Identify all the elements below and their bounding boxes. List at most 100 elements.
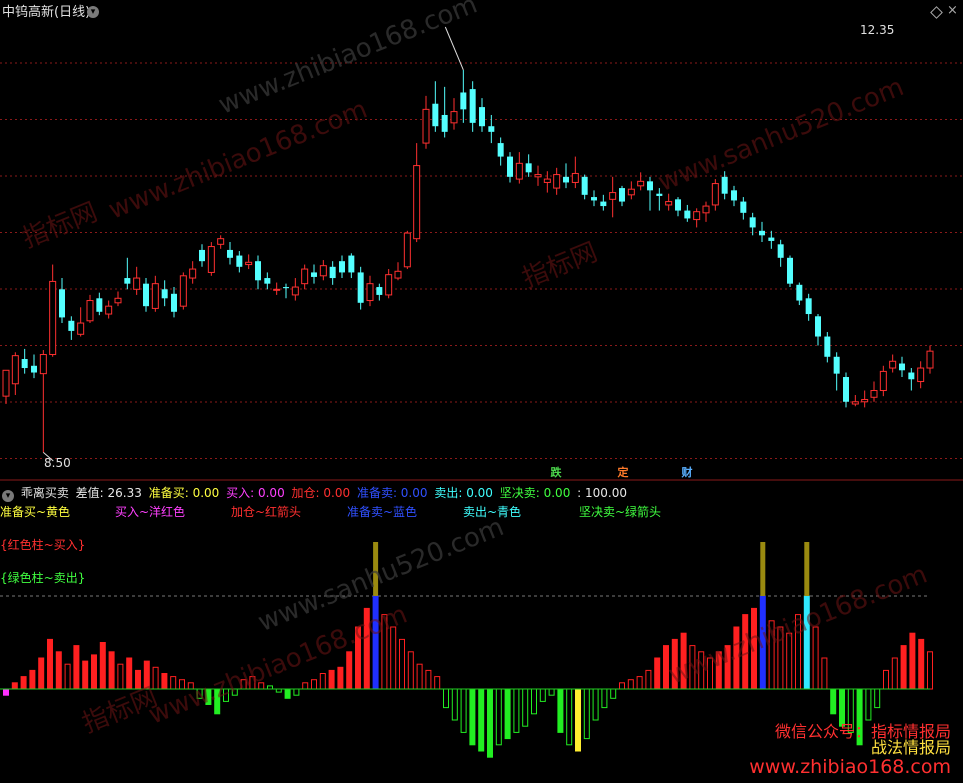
low-price-label: 8.50 (44, 456, 71, 470)
indicator-bar (795, 614, 801, 690)
indicator-bar (803, 595, 810, 690)
candle-body (291, 286, 299, 296)
candle-body (376, 287, 383, 295)
indicator-bar (179, 679, 185, 690)
indicator-bar (742, 614, 749, 690)
indicator-bar (91, 654, 97, 690)
candle-body (675, 199, 681, 211)
indicator-cap-bar (760, 542, 766, 596)
candle-body (151, 283, 159, 309)
indicator-value-buy: 买入: 0.00 (226, 486, 285, 500)
indicator-bar (645, 669, 652, 690)
indicator-bar (698, 651, 705, 690)
indicator-bar (38, 657, 45, 690)
indicator-bar (495, 688, 502, 746)
close-icon[interactable]: × (947, 3, 958, 18)
candle-body (77, 322, 85, 335)
candle-body (319, 265, 327, 277)
indicator-bar (487, 688, 493, 758)
indicator-bar (82, 660, 89, 690)
indicator-bar (583, 688, 590, 740)
indicator-cap-bar (373, 542, 379, 596)
event-marker-3[interactable]: 财 (680, 466, 694, 480)
candle-body (702, 205, 710, 214)
indicator-bar (319, 673, 326, 690)
candle-body (581, 176, 588, 195)
indicator-bar (390, 626, 397, 690)
indicator-bar (214, 688, 221, 715)
indicator-bar (918, 638, 925, 690)
candle-body (571, 172, 579, 183)
candle-body (413, 165, 421, 240)
event-marker-1[interactable]: 跌 (549, 466, 563, 480)
indicator-bar (575, 688, 581, 752)
indicator-bar (372, 595, 379, 690)
candle-body (833, 356, 840, 374)
candle-body (861, 399, 869, 403)
indicator-bar (47, 638, 53, 690)
candle-body (207, 246, 215, 273)
indicator-bar (601, 688, 608, 709)
indicator-bar (11, 682, 18, 690)
indicator-bar (619, 682, 625, 690)
indicator-bar (249, 676, 256, 690)
indicator-bar (733, 626, 740, 690)
indicator-bar (284, 688, 291, 699)
chevron-down-icon[interactable]: ▾ (2, 490, 14, 502)
indicator-bar (522, 688, 529, 727)
indicator-bar (231, 688, 238, 696)
event-label: 定 (617, 466, 629, 479)
indicator-bar (707, 657, 713, 690)
candle-body (96, 298, 103, 312)
candle-body (385, 274, 393, 296)
legend-prepare-sell: 准备卖~蓝色 (347, 505, 418, 519)
candle-body (815, 316, 821, 337)
candle-body (721, 176, 728, 194)
candle-body (805, 298, 812, 315)
indicator-bar (751, 607, 757, 690)
indicator-bar (337, 666, 344, 690)
indicator-bar (399, 638, 405, 690)
event-label: 财 (681, 466, 693, 479)
note-green-bar: {绿色柱~卖出} (0, 571, 86, 585)
indicator-value-prepare-sell: 准备卖: 0.00 (356, 486, 428, 500)
candle-body (264, 278, 271, 284)
indicator-bar (205, 688, 212, 705)
indicator-bar (117, 663, 124, 690)
candle-body (245, 261, 253, 266)
candle-body (255, 261, 261, 281)
candle-body (31, 365, 37, 373)
candle-body (796, 284, 803, 301)
chevron-down-icon[interactable]: ▾ (87, 6, 99, 18)
indicator-bar (170, 676, 177, 690)
page-title: 中钨高新(日线) (2, 5, 91, 20)
candle-body (824, 336, 831, 357)
candle-body (68, 320, 75, 331)
note-red-bar: {红色柱~买入} (0, 538, 86, 552)
indicator-bar (469, 688, 476, 746)
indicator-bar (363, 607, 370, 690)
indicator-bar (724, 645, 731, 690)
candle-body (199, 249, 205, 262)
indicator-bar (715, 651, 722, 690)
legend-prepare-buy: 准备买~黄色 (0, 505, 71, 519)
indicator-bar (311, 679, 317, 690)
candle-body (329, 266, 336, 279)
candle-body (777, 244, 784, 258)
candle-body (301, 268, 309, 285)
indicator-bar (909, 632, 916, 690)
indicator-bar (927, 651, 933, 690)
indicator-value-diff: 差值: 26.33 (75, 486, 142, 500)
candle-body (665, 201, 673, 206)
candle-body (843, 377, 849, 402)
candle-body (357, 272, 364, 303)
candle-body (591, 197, 597, 201)
event-marker-2[interactable]: 定 (616, 466, 630, 480)
indicator-bar (557, 688, 564, 733)
indicator-bar (874, 688, 881, 709)
candle-body (534, 174, 542, 178)
candle-body (2, 369, 10, 397)
candle-body (86, 300, 94, 322)
indicator-bar (478, 688, 485, 752)
candle-body (899, 363, 905, 371)
